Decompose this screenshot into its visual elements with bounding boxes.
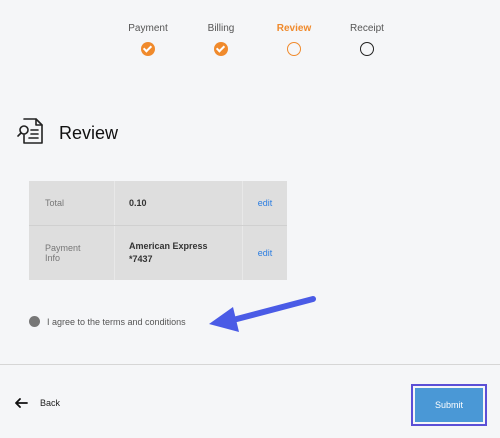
edit-total-link[interactable]: edit — [243, 181, 287, 225]
step-label: Receipt — [350, 23, 384, 34]
step-review: Review — [254, 22, 334, 56]
step-current-circle-icon — [287, 42, 301, 56]
step-label: Review — [276, 23, 312, 34]
step-label: Payment — [128, 23, 168, 34]
step-payment: Payment — [108, 22, 188, 56]
step-label: Billing — [207, 23, 235, 34]
row-value: American Express *7437 — [115, 226, 243, 280]
submit-button[interactable]: Submit — [415, 388, 483, 422]
checkout-stepper: Payment Billing Review Receipt — [0, 22, 500, 62]
summary-row-total: Total 0.10 edit — [29, 181, 287, 226]
step-complete-check-icon — [141, 42, 155, 56]
step-billing: Billing — [181, 22, 261, 56]
back-label: Back — [40, 398, 61, 408]
document-search-icon — [16, 116, 46, 151]
submit-highlight-frame: Submit — [411, 384, 487, 426]
step-receipt: Receipt — [327, 22, 407, 56]
footer-divider — [0, 364, 500, 365]
annotation-arrow-icon — [209, 296, 316, 332]
row-label: Payment Info — [29, 226, 115, 280]
row-label: Total — [29, 181, 115, 225]
page-header: Review — [16, 116, 118, 151]
order-summary-table: Total 0.10 edit Payment Info American Ex… — [29, 181, 287, 280]
terms-label: I agree to the terms and conditions — [47, 316, 186, 327]
back-button[interactable]: Back — [14, 398, 60, 408]
step-complete-check-icon — [214, 42, 228, 56]
terms-radio-button[interactable] — [29, 316, 40, 327]
step-pending-circle-icon — [360, 42, 374, 56]
summary-row-payment-info: Payment Info American Express *7437 edit — [29, 226, 287, 280]
edit-payment-link[interactable]: edit — [243, 226, 287, 280]
arrow-left-icon — [15, 398, 28, 408]
row-value: 0.10 — [115, 181, 243, 225]
page-title: Review — [59, 123, 119, 143]
terms-agreement[interactable]: I agree to the terms and conditions — [29, 316, 186, 327]
